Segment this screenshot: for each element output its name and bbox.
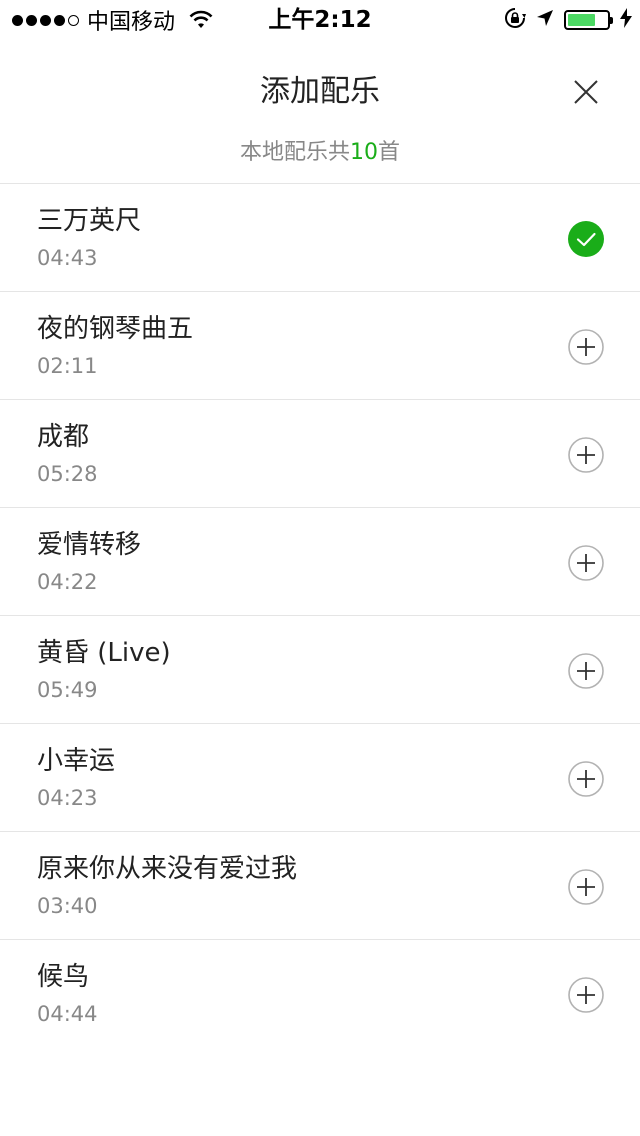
song-row[interactable]: 小幸运 04:23 bbox=[0, 724, 640, 832]
add-circle-icon bbox=[568, 329, 604, 365]
close-button[interactable] bbox=[566, 72, 606, 112]
song-name: 小幸运 bbox=[37, 746, 116, 776]
add-song-button[interactable] bbox=[568, 653, 604, 689]
count-suffix: 首 bbox=[378, 140, 401, 165]
song-name: 三万英尺 bbox=[37, 206, 142, 236]
count-value: 10 bbox=[350, 140, 378, 165]
add-circle-icon bbox=[568, 545, 604, 581]
location-arrow-icon bbox=[536, 9, 554, 31]
add-circle-icon bbox=[568, 869, 604, 905]
add-song-button[interactable] bbox=[568, 437, 604, 473]
add-song-button[interactable] bbox=[568, 545, 604, 581]
song-duration: 04:23 bbox=[37, 786, 98, 810]
add-circle-icon bbox=[568, 761, 604, 797]
check-circle-icon bbox=[568, 221, 604, 257]
song-name: 黄昏 (Live) bbox=[37, 638, 171, 668]
close-icon bbox=[574, 80, 598, 104]
song-name: 爱情转移 bbox=[37, 530, 142, 560]
count-prefix: 本地配乐共 bbox=[239, 140, 350, 165]
song-duration: 05:28 bbox=[37, 462, 98, 486]
song-name: 成都 bbox=[37, 422, 90, 452]
song-row[interactable]: 原来你从来没有爱过我 03:40 bbox=[0, 832, 640, 940]
add-circle-icon bbox=[568, 977, 604, 1013]
add-song-button[interactable] bbox=[568, 869, 604, 905]
song-row[interactable]: 爱情转移 04:22 bbox=[0, 508, 640, 616]
song-name: 候鸟 bbox=[37, 962, 90, 992]
add-song-button[interactable] bbox=[568, 761, 604, 797]
song-name: 原来你从来没有爱过我 bbox=[37, 854, 298, 884]
add-song-button[interactable] bbox=[568, 977, 604, 1013]
song-row[interactable]: 三万英尺 04:43 bbox=[0, 184, 640, 292]
song-duration: 04:44 bbox=[37, 1002, 98, 1026]
song-duration: 04:43 bbox=[37, 246, 98, 270]
battery-level bbox=[568, 14, 595, 26]
add-circle-icon bbox=[568, 437, 604, 473]
song-row[interactable]: 候鸟 04:44 bbox=[0, 940, 640, 1048]
selected-check-button[interactable] bbox=[568, 221, 604, 257]
song-name: 夜的钢琴曲五 bbox=[37, 314, 194, 344]
song-row[interactable]: 夜的钢琴曲五 02:11 bbox=[0, 292, 640, 400]
song-duration: 05:49 bbox=[37, 678, 98, 702]
page-title: 添加配乐 bbox=[260, 74, 380, 109]
song-list: 三万英尺 04:43 夜的钢琴曲五 02:11 成都 05:28 爱情转移 04… bbox=[0, 183, 640, 1048]
song-row[interactable]: 成都 05:28 bbox=[0, 400, 640, 508]
song-row[interactable]: 黄昏 (Live) 05:49 bbox=[0, 616, 640, 724]
charging-bolt-icon bbox=[620, 8, 632, 32]
status-bar: 中国移动 上午2:12 bbox=[0, 0, 640, 40]
modal-header: 添加配乐 bbox=[0, 40, 640, 144]
battery-icon bbox=[564, 10, 613, 30]
song-duration: 02:11 bbox=[37, 354, 98, 378]
song-duration: 03:40 bbox=[37, 894, 98, 918]
song-duration: 04:22 bbox=[37, 570, 98, 594]
orientation-lock-icon bbox=[504, 7, 526, 33]
add-circle-icon bbox=[568, 653, 604, 689]
local-music-count: 本地配乐共10首 bbox=[0, 138, 640, 168]
status-right bbox=[504, 6, 632, 34]
add-song-button[interactable] bbox=[568, 329, 604, 365]
